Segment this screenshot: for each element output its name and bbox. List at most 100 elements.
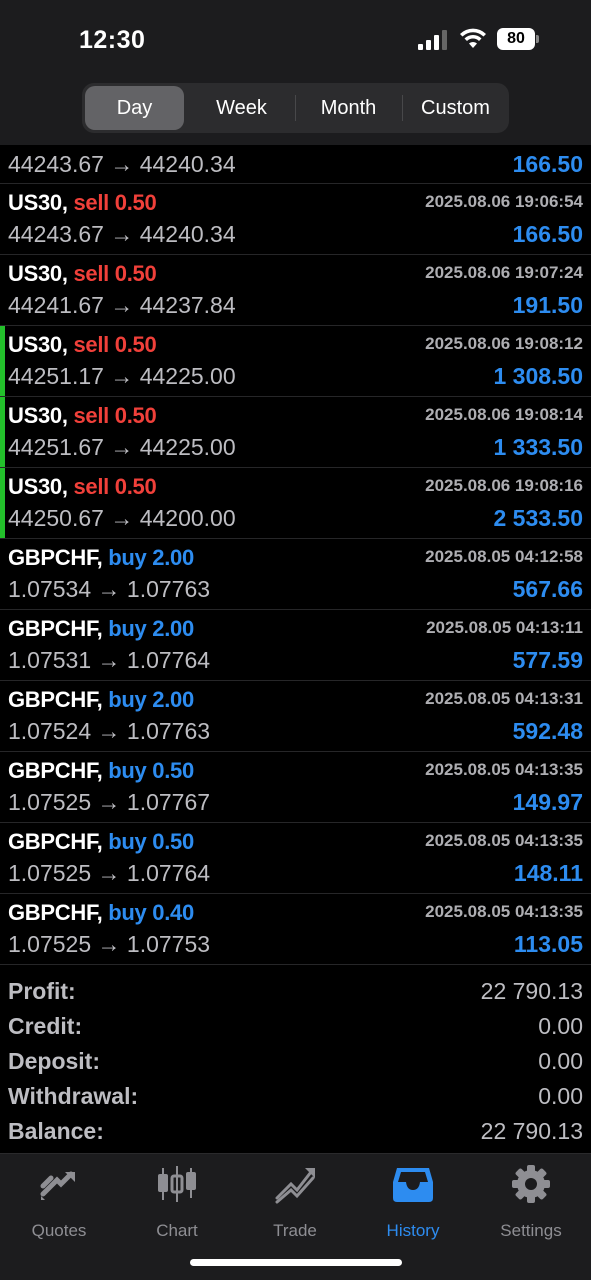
- segment-day[interactable]: Day: [85, 86, 184, 130]
- segment-custom[interactable]: Custom: [404, 86, 507, 130]
- trade-row[interactable]: US30, sell 0.50 2025.08.06 19:07:24 44241.…: [0, 255, 591, 326]
- trade-side: sell 0.50: [73, 474, 157, 499]
- status-time: 12:30: [79, 26, 146, 54]
- trade-profit: 166.50: [512, 221, 583, 247]
- trade-side: buy 0.40: [108, 900, 194, 925]
- trade-row[interactable]: GBPCHF, buy 0.50 2025.08.05 04:13:35 1.075…: [0, 752, 591, 823]
- summary-label: Withdrawal:: [8, 1083, 139, 1109]
- history-icon: [393, 1168, 433, 1202]
- trade-row[interactable]: US30, sell 0.50 2025.08.06 19:06:54 44243.…: [0, 184, 591, 255]
- period-segmented-control: Day Week Month Custom: [82, 83, 509, 133]
- summary-label: Credit:: [8, 1013, 83, 1039]
- trade-profit: 567.66: [512, 576, 583, 602]
- trade-side: sell 0.50: [73, 332, 157, 357]
- trade-row[interactable]: GBPCHF, buy 0.40 2025.08.05 04:13:35 1.075…: [0, 894, 591, 965]
- trade-side: sell 0.50: [73, 261, 157, 286]
- tab-trade[interactable]: Trade: [236, 1164, 354, 1244]
- tab-quotes[interactable]: Quotes: [0, 1164, 118, 1244]
- trade-datetime: 2025.08.05 04:13:11: [426, 618, 583, 637]
- account-summary: Profit: 22 790.13 Credit: 0.00 Deposit: 0.00 W…: [0, 975, 591, 1150]
- summary-row: Deposit: 0.00: [0, 1045, 591, 1080]
- trade-symbol: US30, sell 0.50: [8, 332, 157, 358]
- trade-symbol: US30, sell 0.50: [8, 474, 157, 500]
- trade-prices: 44250.67 → 44200.00: [8, 505, 236, 531]
- symbol-name: GBPCHF,: [8, 900, 103, 925]
- summary-value: 0.00: [538, 1083, 583, 1109]
- trade-row[interactable]: US30, sell 0.50 2025.08.06 19:08:14 44251.…: [0, 397, 591, 468]
- trade-prices: 44251.67 → 44225.00: [8, 434, 236, 460]
- trade-row[interactable]: GBPCHF, buy 2.00 2025.08.05 04:13:11 1.075…: [0, 610, 591, 681]
- home-indicator: [190, 1259, 402, 1266]
- chart-icon: [158, 1166, 196, 1202]
- cellular-signal-icon: [418, 30, 450, 50]
- trade-datetime: 2025.08.05 04:13:31: [425, 689, 583, 708]
- tab-chart[interactable]: Chart: [118, 1164, 236, 1244]
- summary-row: Balance: 22 790.13: [0, 1115, 591, 1150]
- symbol-name: GBPCHF,: [8, 687, 103, 712]
- trade-profit: 166.50: [512, 151, 583, 177]
- trade-symbol: GBPCHF, buy 2.00: [8, 545, 194, 571]
- trade-symbol: US30, sell 0.50: [8, 403, 157, 429]
- summary-label: Deposit:: [8, 1048, 100, 1074]
- trade-row[interactable]: GBPCHF, buy 0.50 2025.08.05 04:13:35 1.075…: [0, 823, 591, 894]
- tab-label: History: [386, 1221, 440, 1240]
- trade-row[interactable]: GBPCHF, buy 2.00 2025.08.05 04:12:58 1.075…: [0, 539, 591, 610]
- trade-icon: [275, 1168, 315, 1204]
- tab-label: Settings: [500, 1221, 562, 1240]
- battery-indicator: 80: [497, 28, 535, 50]
- summary-label: Profit:: [8, 978, 76, 1004]
- trade-profit: 1 333.50: [493, 434, 583, 460]
- profit-marker: [0, 468, 5, 538]
- summary-row: Profit: 22 790.13: [0, 975, 591, 1010]
- symbol-name: US30,: [8, 261, 68, 286]
- trade-datetime: 2025.08.05 04:13:35: [425, 902, 583, 921]
- trade-profit: 592.48: [512, 718, 583, 744]
- symbol-name: US30,: [8, 403, 68, 428]
- summary-label: Balance:: [8, 1118, 104, 1144]
- trade-profit: 149.97: [512, 789, 583, 815]
- trade-profit: 2 533.50: [493, 505, 583, 531]
- symbol-name: US30,: [8, 474, 68, 499]
- segment-month[interactable]: Month: [297, 86, 400, 130]
- top-header: 12:30 80 Day Week Month Custom: [0, 0, 591, 145]
- trade-profit: 191.50: [512, 292, 583, 318]
- trade-symbol: GBPCHF, buy 0.50: [8, 758, 194, 784]
- trade-prices: 44243.67 → 44240.34: [8, 221, 236, 247]
- wifi-icon: [460, 28, 486, 48]
- symbol-name: US30,: [8, 190, 68, 215]
- tab-history[interactable]: History: [354, 1164, 472, 1244]
- symbol-name: GBPCHF,: [8, 758, 103, 783]
- trade-datetime: 2025.08.05 04:13:35: [425, 760, 583, 779]
- trade-datetime: 2025.08.06 19:07:24: [425, 263, 583, 282]
- symbol-name: GBPCHF,: [8, 829, 103, 854]
- trade-prices: 44251.17 → 44225.00: [8, 363, 236, 389]
- trade-side: buy 0.50: [108, 829, 194, 854]
- profit-marker: [0, 397, 5, 467]
- trade-profit: 113.05: [513, 931, 583, 957]
- summary-value: 0.00: [538, 1048, 583, 1074]
- summary-row: Withdrawal: 0.00: [0, 1080, 591, 1115]
- summary-value: 22 790.13: [480, 978, 583, 1004]
- gear-icon: [512, 1165, 550, 1203]
- trade-prices: 1.07525 → 1.07753: [8, 931, 211, 957]
- summary-row: Credit: 0.00: [0, 1010, 591, 1045]
- trade-row[interactable]: US30, sell 0.50 2025.08.06 19:08:12 44251.…: [0, 326, 591, 397]
- trade-symbol: GBPCHF, buy 0.40: [8, 900, 194, 926]
- profit-marker: [0, 326, 5, 396]
- trade-row[interactable]: US30, sell 0.50 2025.08.06 19:08:16 44250.…: [0, 468, 591, 539]
- trade-prices: 44241.67 → 44237.84: [8, 292, 236, 318]
- trade-prices: 1.07534 → 1.07763: [8, 576, 211, 602]
- trade-prices: 44243.67 → 44240.34: [8, 151, 236, 177]
- trade-datetime: 2025.08.05 04:12:58: [425, 547, 583, 566]
- trade-side: buy 2.00: [108, 616, 194, 641]
- trade-row[interactable]: 44243.67 → 44240.34 166.50: [0, 145, 591, 184]
- battery-tip: [536, 35, 539, 43]
- trade-row[interactable]: GBPCHF, buy 2.00 2025.08.05 04:13:31 1.075…: [0, 681, 591, 752]
- trade-side: buy 2.00: [108, 687, 194, 712]
- tab-settings[interactable]: Settings: [472, 1164, 590, 1244]
- segment-week[interactable]: Week: [190, 86, 293, 130]
- summary-value: 0.00: [538, 1013, 583, 1039]
- segment-divider: [295, 95, 296, 121]
- tab-label: Chart: [156, 1221, 198, 1240]
- trade-symbol: GBPCHF, buy 2.00: [8, 687, 194, 713]
